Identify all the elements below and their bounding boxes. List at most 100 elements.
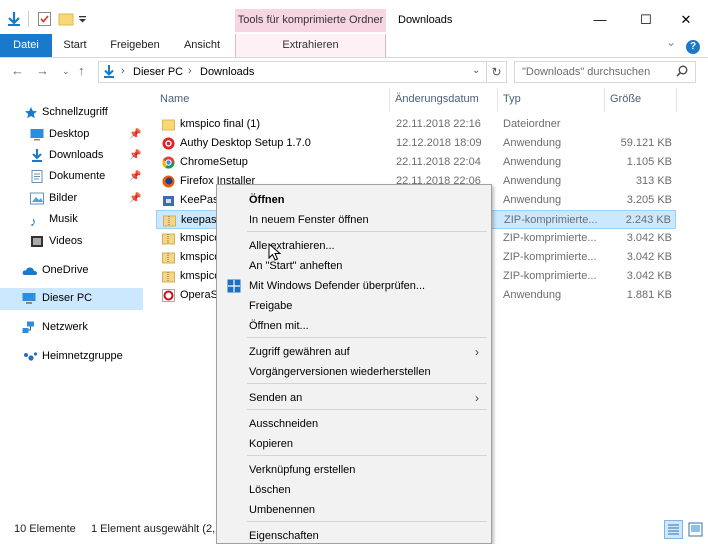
chevron-right-icon: › [475, 345, 479, 359]
breadcrumb-item[interactable]: Dieser PC [133, 66, 183, 78]
column-header-type[interactable]: Typ [503, 93, 521, 105]
table-row[interactable]: ChromeSetup 22.11.2018 22:04 Anwendung 1.10… [156, 153, 676, 172]
nav-item-downloads[interactable]: Downloads 📌 [28, 145, 150, 166]
menu-item-mit-windows-defender-überprüfen[interactable]: Mit Windows Defender überprüfen... [219, 276, 489, 296]
menu-item-zugriff-gewähren-auf[interactable]: Zugriff gewähren auf › [219, 342, 489, 362]
download-arrow-icon[interactable] [6, 11, 22, 27]
nav-item-label: Dokumente [49, 170, 106, 182]
file-type: Anwendung [503, 137, 562, 149]
recent-locations-icon[interactable]: ⌄ [62, 66, 70, 77]
download-arrow-icon [102, 64, 116, 83]
mouse-cursor [268, 242, 282, 266]
menu-item-verknüpfung-erstellen[interactable]: Verknüpfung erstellen [219, 460, 489, 480]
address-dropdown-icon[interactable]: ⌄ [472, 65, 480, 76]
file-name: kmspico [180, 270, 221, 282]
file-size: 1.881 KB [626, 289, 672, 301]
zip-folder-icon [162, 270, 175, 283]
menu-item-label: Mit Windows Defender überprüfen... [249, 280, 426, 292]
nav-item-desktop[interactable]: Desktop 📌 [28, 124, 150, 145]
pin-icon[interactable]: 📌 [129, 166, 141, 187]
file-type: ZIP-komprimierte... [504, 214, 598, 226]
menu-item-label: Eigenschaften [249, 530, 319, 542]
zip-folder-icon [162, 232, 175, 245]
column-header-name[interactable]: Name [160, 93, 189, 105]
new-folder-icon[interactable] [58, 11, 74, 27]
menu-item-öffnen-mit[interactable]: Öffnen mit... [219, 316, 489, 336]
menu-item-senden-an[interactable]: Senden an › [219, 388, 489, 408]
table-row[interactable]: kmspico final (1) 22.11.2018 22:16 Dateior… [156, 115, 676, 134]
menu-item-label: In neuem Fenster öffnen [249, 214, 369, 226]
menu-separator [247, 383, 487, 384]
zip-folder-icon [163, 214, 176, 227]
forward-arrow-icon[interactable]: → [36, 63, 49, 78]
file-size: 59.121 KB [620, 137, 672, 149]
column-header-date[interactable]: Änderungsdatum [395, 93, 479, 105]
tab-datei[interactable]: Datei [0, 34, 52, 57]
column-separator[interactable] [604, 88, 605, 112]
menu-item-umbenennen[interactable]: Umbenennen [219, 500, 489, 520]
search-input[interactable]: "Downloads" durchsuchen [514, 61, 696, 83]
close-button[interactable]: ✕ [663, 8, 708, 32]
properties-icon[interactable] [37, 11, 53, 27]
menu-item-eigenschaften[interactable]: Eigenschaften [219, 526, 489, 544]
address-box[interactable]: › Dieser PC › Downloads ⌄ ↻ [98, 61, 507, 83]
ribbon-expand-button[interactable]: ⌄ [664, 31, 678, 54]
firefox-icon [162, 175, 175, 188]
menu-item-freigabe[interactable]: Freigabe [219, 296, 489, 316]
menu-item-kopieren[interactable]: Kopieren [219, 434, 489, 454]
menu-item-alle-extrahieren[interactable]: Alle extrahieren... [219, 236, 489, 256]
tab-freigeben[interactable]: Freigeben [102, 34, 168, 57]
file-name: kmspico final (1) [180, 118, 261, 130]
menu-item-label: Löschen [249, 484, 291, 496]
menu-item-öffnen[interactable]: Öffnen [219, 190, 489, 210]
menu-item-vorgängerversionen-wiederherstellen[interactable]: Vorgängerversionen wiederherstellen [219, 362, 489, 382]
nav-item-label: Bilder [49, 192, 78, 204]
pin-icon[interactable]: 📌 [129, 188, 141, 209]
nav-item-dieser-pc[interactable]: Dieser PC [0, 288, 143, 310]
defender-icon [227, 279, 241, 293]
help-button[interactable]: ? [684, 35, 702, 58]
nav-item-bilder[interactable]: Bilder 📌 [28, 188, 150, 209]
menu-item-ausschneiden[interactable]: Ausschneiden [219, 414, 489, 434]
file-type: Anwendung [503, 156, 562, 168]
nav-item-dokumente[interactable]: Dokumente 📌 [28, 166, 150, 187]
file-type: Anwendung [503, 289, 562, 301]
chevron-right-icon[interactable]: › [188, 65, 192, 77]
file-type: ZIP-komprimierte... [503, 251, 597, 263]
menu-item-in-neuem-fenster-öffnen[interactable]: In neuem Fenster öffnen [219, 210, 489, 230]
column-separator[interactable] [676, 88, 677, 112]
menu-separator [247, 521, 487, 522]
file-date: 22.11.2018 22:16 [396, 118, 481, 130]
pin-icon[interactable]: 📌 [129, 124, 141, 145]
menu-item-löschen[interactable]: Löschen [219, 480, 489, 500]
file-size: 2.243 KB [625, 214, 671, 226]
details-view-button[interactable] [664, 520, 683, 539]
chevron-right-icon[interactable]: › [121, 65, 125, 77]
up-arrow-icon[interactable]: ↑ [78, 63, 85, 78]
chevron-right-icon: › [475, 391, 479, 405]
file-type: Anwendung [503, 194, 562, 206]
table-row[interactable]: Authy Desktop Setup 1.7.0 12.12.2018 18:0… [156, 134, 676, 153]
breadcrumb-item[interactable]: Downloads [200, 66, 254, 78]
customize-dropdown-icon[interactable] [76, 11, 92, 27]
context-tab-header: Tools für komprimierte Ordner [235, 9, 386, 32]
search-icon[interactable] [676, 65, 688, 80]
large-icons-view-icon [688, 522, 703, 537]
large-icons-view-button[interactable] [687, 521, 704, 538]
nav-item-label: Netzwerk [42, 321, 88, 333]
document-icon [30, 170, 44, 183]
nav-item-label: Desktop [49, 128, 90, 140]
nav-item-label: Dieser PC [42, 292, 93, 304]
column-separator[interactable] [497, 88, 498, 112]
tab-start[interactable]: Start [52, 34, 98, 57]
column-header-size[interactable]: Größe [610, 93, 641, 105]
pin-icon[interactable]: 📌 [129, 145, 141, 166]
column-separator[interactable] [389, 88, 390, 112]
nav-item-label: OneDrive [42, 264, 89, 276]
back-arrow-icon[interactable]: ← [11, 63, 24, 78]
menu-item-an-start-anheften[interactable]: An "Start" anheften [219, 256, 489, 276]
tab-ansicht[interactable]: Ansicht [174, 34, 230, 57]
tab-extrahieren[interactable]: Extrahieren [235, 34, 386, 57]
minimize-button[interactable]: — [577, 8, 623, 32]
refresh-button[interactable]: ↻ [486, 62, 506, 82]
